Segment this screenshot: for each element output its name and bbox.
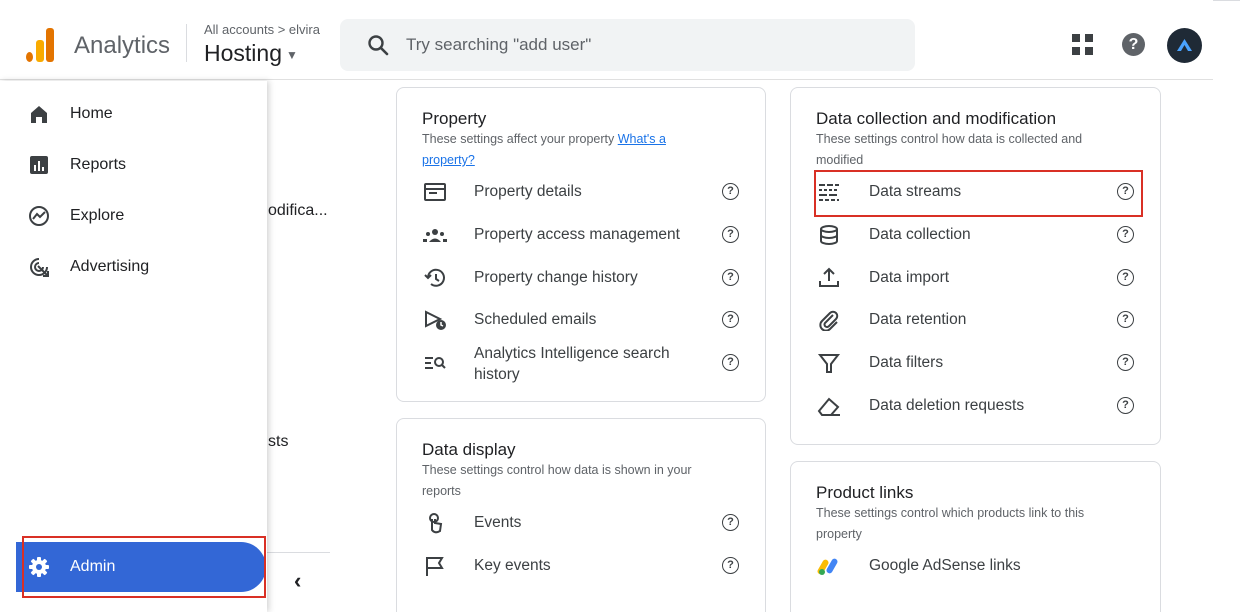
data-import-row[interactable]: Data import ?	[791, 258, 1160, 298]
row-label: Analytics Intelligence search history	[474, 345, 670, 383]
truncated-nav-item[interactable]: sts	[268, 433, 288, 451]
analytics-admin-page: Analytics All accounts > elvira Hosting ▼…	[0, 0, 1240, 612]
sidebar-item-label: Advertising	[70, 258, 150, 275]
card-description-text: These settings affect your property	[422, 132, 618, 146]
search-icon	[368, 35, 389, 56]
row-label: Data deletion requests	[869, 397, 1025, 414]
help-circle-icon[interactable]: ?	[722, 311, 739, 328]
property-selector[interactable]: Hosting ▼	[204, 40, 298, 67]
truncated-nav-item[interactable]: odifica...	[268, 202, 328, 220]
row-label: Events	[474, 514, 522, 531]
row-label: Key events	[474, 557, 551, 574]
panel-divider	[258, 552, 330, 553]
help-circle-icon[interactable]: ?	[722, 514, 739, 531]
help-circle-icon[interactable]: ?	[1117, 226, 1134, 243]
adsense-icon	[817, 558, 838, 575]
bar-chart-icon	[30, 156, 48, 174]
filter-icon	[817, 354, 841, 373]
card-description: These settings control how data is colle…	[816, 132, 1083, 167]
sidebar-item-explore[interactable]: Explore	[0, 196, 267, 236]
scheduled-email-icon	[425, 310, 446, 330]
sidebar-item-home[interactable]: Home	[0, 94, 267, 134]
touch-icon	[429, 513, 443, 534]
product-links-card: Product links These settings control whi…	[790, 461, 1161, 612]
help-circle-icon[interactable]: ?	[722, 354, 739, 371]
row-label: Google AdSense links	[869, 557, 1021, 574]
sidebar-item-label: Explore	[70, 207, 125, 224]
app-title: Analytics	[74, 32, 171, 59]
data-filters-row[interactable]: Data filters ?	[791, 343, 1160, 383]
avatar[interactable]	[1167, 28, 1202, 63]
row-label: Scheduled emails	[474, 311, 597, 328]
data-display-card: Data display These settings control how …	[396, 418, 766, 612]
admin-highlight-box	[22, 536, 266, 598]
analytics-intelligence-search-history-row[interactable]: Analytics Intelligence search history ?	[397, 343, 765, 387]
help-circle-icon[interactable]: ?	[1117, 354, 1134, 371]
search-bar[interactable]	[340, 19, 915, 71]
google-adsense-links-row[interactable]: Google AdSense links	[791, 546, 1160, 586]
card-description: These settings control which products li…	[816, 506, 1085, 541]
search-history-icon	[425, 357, 446, 369]
sidebar-item-advertising[interactable]: Advertising	[0, 247, 267, 287]
row-label: Property change history	[474, 269, 638, 286]
card-title: Data collection and modification	[816, 109, 1057, 128]
sidebar-nav: Home Reports Explore Advertising Admin	[0, 81, 267, 612]
help-circle-icon[interactable]: ?	[1117, 311, 1134, 328]
events-row[interactable]: Events ?	[397, 503, 765, 543]
upload-icon	[819, 267, 839, 287]
card-description: These settings control how data is shown…	[422, 463, 692, 498]
property-name: Hosting	[204, 40, 282, 66]
database-icon	[820, 225, 838, 245]
analytics-logo-icon[interactable]	[26, 28, 54, 62]
data-collection-row[interactable]: Data collection ?	[791, 215, 1160, 255]
scheduled-emails-row[interactable]: Scheduled emails ?	[397, 300, 765, 340]
property-access-management-row[interactable]: Property access management ?	[397, 215, 765, 255]
row-label: Data retention	[869, 311, 967, 328]
row-label: Data import	[869, 269, 950, 286]
header-divider	[186, 24, 187, 62]
app-header: Analytics All accounts > elvira Hosting ▼…	[0, 0, 1213, 80]
help-circle-icon[interactable]: ?	[722, 183, 739, 200]
sidebar-item-reports[interactable]: Reports	[0, 145, 267, 185]
data-collection-card: Data collection and modification These s…	[790, 87, 1161, 445]
row-label: Property access management	[474, 226, 680, 243]
data-deletion-requests-row[interactable]: Data deletion requests ?	[791, 386, 1160, 426]
card-title: Property	[422, 109, 487, 128]
dropdown-caret-icon: ▼	[285, 47, 298, 62]
sidebar-item-label: Reports	[70, 156, 127, 173]
row-label: Data filters	[869, 354, 944, 371]
avatar-logo-icon	[1177, 39, 1192, 51]
property-card: Property These settings affect your prop…	[396, 87, 766, 402]
card-title: Product links	[816, 483, 914, 502]
home-icon	[31, 106, 47, 123]
property-details-icon	[424, 183, 446, 201]
help-circle-icon[interactable]: ?	[722, 557, 739, 574]
help-circle-icon[interactable]: ?	[722, 226, 739, 243]
paperclip-icon	[819, 310, 839, 331]
card-description: These settings affect your property What…	[422, 129, 722, 171]
sidebar-item-label: Home	[70, 105, 113, 122]
card-title: Data display	[422, 440, 516, 459]
eraser-icon	[817, 397, 840, 416]
flag-icon	[426, 557, 444, 576]
help-circle-icon[interactable]: ?	[722, 269, 739, 286]
history-icon	[424, 268, 445, 287]
property-change-history-row[interactable]: Property change history ?	[397, 258, 765, 298]
row-label: Property details	[474, 183, 582, 200]
key-events-row[interactable]: Key events ?	[397, 546, 765, 586]
people-icon	[423, 229, 447, 242]
data-streams-highlight-box	[814, 170, 1143, 217]
account-breadcrumb[interactable]: All accounts > elvira	[204, 22, 320, 37]
explore-icon	[29, 206, 49, 226]
advertising-icon	[30, 258, 49, 277]
help-circle-icon[interactable]: ?	[1117, 397, 1134, 414]
apps-grid-icon[interactable]	[1072, 34, 1093, 55]
collapse-chevron-icon[interactable]: ‹	[294, 568, 301, 594]
search-input[interactable]	[406, 19, 886, 71]
row-label: Data collection	[869, 226, 971, 243]
help-icon[interactable]: ?	[1122, 33, 1145, 56]
property-details-row[interactable]: Property details ?	[397, 172, 765, 212]
data-retention-row[interactable]: Data retention ?	[791, 300, 1160, 340]
help-circle-icon[interactable]: ?	[1117, 269, 1134, 286]
